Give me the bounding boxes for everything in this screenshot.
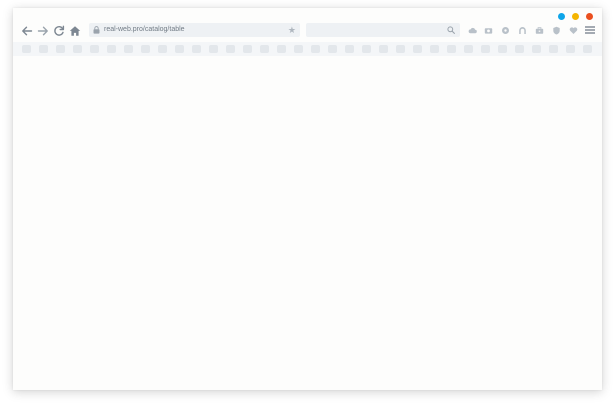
bookmark-placeholder[interactable] (583, 45, 592, 53)
bookmark-placeholder[interactable] (362, 45, 371, 53)
bookmark-placeholder[interactable] (379, 45, 388, 53)
bookmark-placeholder[interactable] (481, 45, 490, 53)
bookmark-placeholder[interactable] (158, 45, 167, 53)
bookmark-placeholder[interactable] (209, 45, 218, 53)
bookmark-placeholder[interactable] (311, 45, 320, 53)
bookmark-placeholder[interactable] (396, 45, 405, 53)
bookmark-placeholder[interactable] (277, 45, 286, 53)
window-control-red[interactable] (586, 13, 593, 20)
bookmark-placeholder[interactable] (430, 45, 439, 53)
user-icon[interactable] (518, 26, 527, 35)
bookmark-placeholder[interactable] (498, 45, 507, 53)
page-viewport (13, 56, 602, 390)
bookmark-placeholder[interactable] (243, 45, 252, 53)
bookmark-placeholder[interactable] (464, 45, 473, 53)
home-icon[interactable] (68, 24, 82, 38)
bookmark-placeholder[interactable] (192, 45, 201, 53)
browser-toolbar: real-web.pro/catalog/table ★ (13, 22, 602, 42)
bookmark-placeholder[interactable] (56, 45, 65, 53)
bookmarks-bar (13, 42, 602, 56)
bookmark-placeholder[interactable] (260, 45, 269, 53)
star-icon[interactable]: ★ (288, 24, 296, 36)
bookmark-placeholder[interactable] (73, 45, 82, 53)
title-bar (13, 8, 602, 22)
briefcase-icon[interactable] (535, 26, 544, 35)
circle-icon[interactable] (501, 26, 510, 35)
search-bar[interactable] (306, 23, 460, 37)
heart-icon[interactable] (569, 26, 578, 35)
url-text[interactable]: real-web.pro/catalog/table (104, 25, 185, 35)
bookmark-placeholder[interactable] (413, 45, 422, 53)
window-control-yellow[interactable] (572, 13, 579, 20)
camera-icon[interactable] (484, 26, 493, 35)
bookmark-placeholder[interactable] (22, 45, 31, 53)
bookmark-placeholder[interactable] (566, 45, 575, 53)
bookmark-placeholder[interactable] (39, 45, 48, 53)
lock-icon (93, 26, 100, 34)
shield-icon[interactable] (552, 26, 561, 35)
bookmark-placeholder[interactable] (90, 45, 99, 53)
bookmark-placeholder[interactable] (226, 45, 235, 53)
bookmark-placeholder[interactable] (328, 45, 337, 53)
bookmark-placeholder[interactable] (532, 45, 541, 53)
bookmark-placeholder[interactable] (345, 45, 354, 53)
bookmark-placeholder[interactable] (175, 45, 184, 53)
search-icon[interactable] (447, 26, 455, 34)
reload-icon[interactable] (52, 24, 66, 38)
address-bar[interactable]: real-web.pro/catalog/table ★ (89, 23, 300, 37)
hamburger-menu-icon[interactable] (585, 26, 595, 34)
bookmark-placeholder[interactable] (549, 45, 558, 53)
back-arrow-icon[interactable] (20, 24, 34, 38)
cloud-icon[interactable] (468, 26, 477, 35)
bookmark-placeholder[interactable] (294, 45, 303, 53)
bookmark-placeholder[interactable] (447, 45, 456, 53)
bookmark-placeholder[interactable] (124, 45, 133, 53)
browser-window: real-web.pro/catalog/table ★ (13, 8, 602, 390)
bookmark-placeholder[interactable] (141, 45, 150, 53)
bookmark-placeholder[interactable] (515, 45, 524, 53)
bookmark-placeholder[interactable] (107, 45, 116, 53)
window-control-blue[interactable] (558, 13, 565, 20)
forward-arrow-icon[interactable] (36, 24, 50, 38)
